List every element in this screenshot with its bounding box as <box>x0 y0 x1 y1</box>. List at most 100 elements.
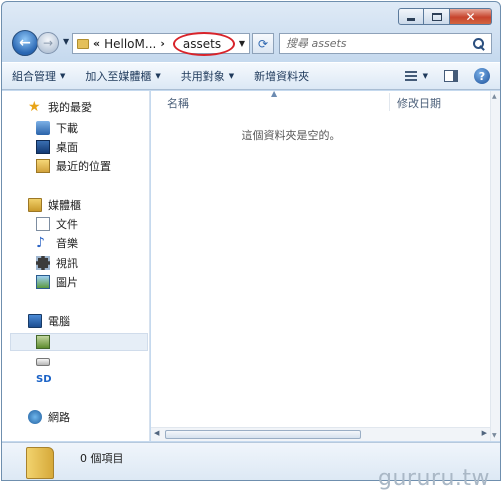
chevron-down-icon: ▼ <box>60 72 66 80</box>
sidebar-item-desktop[interactable]: 桌面 <box>36 139 78 155</box>
sidebar-item-recent[interactable]: 最近的位置 <box>36 158 111 174</box>
search-icon[interactable] <box>471 36 487 52</box>
column-header-name[interactable]: 名稱 <box>167 95 189 111</box>
close-button[interactable]: ✕ <box>450 8 492 25</box>
sidebar-item-label: 我的最愛 <box>48 101 92 114</box>
arrow-left-icon: ← <box>19 35 31 51</box>
column-divider[interactable] <box>389 93 390 111</box>
new-folder-label: 新增資料夾 <box>254 70 310 83</box>
refresh-button[interactable]: ⟳ <box>252 33 274 54</box>
organize-button[interactable]: 組合管理 ▼ <box>2 63 75 89</box>
add-to-library-button[interactable]: 加入至媒體櫃 ▼ <box>75 63 170 89</box>
minimize-icon <box>407 18 415 21</box>
sd-card-icon: SD <box>36 374 52 385</box>
change-view-button[interactable]: ▼ <box>404 71 428 81</box>
sidebar-item-downloads[interactable]: 下載 <box>36 120 78 136</box>
toolbar-right: ▼ ? <box>404 68 490 84</box>
column-headers: ▲ 名稱 修改日期 <box>151 89 490 111</box>
item-count: 0 個項目 <box>80 452 124 465</box>
window-controls: ✕ <box>398 8 492 25</box>
sidebar-item-favorites[interactable]: ★ 我的最愛 <box>28 99 92 115</box>
sidebar-item-usb-drive[interactable] <box>36 358 50 366</box>
empty-folder-message: 這個資料夾是空的。 <box>241 129 341 142</box>
sidebar-item-label: 電腦 <box>48 315 70 328</box>
sidebar-item-videos[interactable]: 視訊 <box>36 255 78 271</box>
sidebar-item-label: 媒體櫃 <box>48 199 81 212</box>
chevron-down-icon: ▼ <box>422 72 428 80</box>
usb-drive-icon <box>36 358 50 366</box>
command-bar: 組合管理 ▼ 加入至媒體櫃 ▼ 共用對象 ▼ 新增資料夾 ▼ ? <box>2 62 500 90</box>
sidebar-item-documents[interactable]: 文件 <box>36 216 78 232</box>
sidebar-item-label: 網路 <box>48 411 70 424</box>
sidebar-item-label: 視訊 <box>56 257 78 270</box>
sidebar-item-label: 音樂 <box>56 237 78 250</box>
vertical-scrollbar[interactable]: ▲ ▼ <box>490 91 500 441</box>
breadcrumb-hellom[interactable]: HelloM... <box>104 37 156 51</box>
arrow-right-icon: → <box>42 36 54 50</box>
search-box[interactable] <box>279 33 492 54</box>
view-list-icon <box>404 71 417 81</box>
folder-icon <box>77 38 89 49</box>
recent-pages-dropdown[interactable]: ▼ <box>63 37 69 46</box>
sidebar-item-local-drive[interactable] <box>10 333 148 351</box>
add-to-library-label: 加入至媒體櫃 <box>85 70 152 83</box>
share-button[interactable]: 共用對象 ▼ <box>171 63 244 89</box>
scroll-left-icon[interactable]: ◀ <box>154 429 159 437</box>
refresh-icon: ⟳ <box>257 36 269 51</box>
library-icon <box>28 198 42 212</box>
breadcrumb-assets[interactable]: assets <box>172 31 236 56</box>
sort-caret-icon: ▲ <box>271 89 278 98</box>
recent-places-icon <box>36 159 50 173</box>
help-icon[interactable]: ? <box>474 68 490 84</box>
sidebar-item-label: 桌面 <box>56 141 78 154</box>
organize-label: 組合管理 <box>12 70 56 83</box>
column-header-date[interactable]: 修改日期 <box>397 95 441 111</box>
search-input[interactable] <box>280 37 471 50</box>
chevron-down-icon[interactable]: ▼ <box>239 39 245 48</box>
drive-icon <box>36 335 50 349</box>
horizontal-scrollbar[interactable]: ◀ ▶ <box>151 427 490 441</box>
maximize-icon <box>431 12 442 21</box>
forward-button[interactable]: → <box>37 32 59 54</box>
chevron-down-icon: ▼ <box>228 72 235 80</box>
sidebar-item-libraries[interactable]: 媒體櫃 <box>28 197 81 213</box>
network-icon <box>28 410 42 424</box>
minimize-button[interactable] <box>398 8 424 25</box>
documents-icon <box>36 217 50 231</box>
close-icon: ✕ <box>465 9 476 24</box>
new-folder-button[interactable]: 新增資料夾 <box>244 63 319 89</box>
scroll-down-icon[interactable]: ▼ <box>492 432 497 439</box>
breadcrumb-overflow[interactable]: « <box>93 37 100 50</box>
breadcrumb-separator[interactable]: › <box>160 37 165 50</box>
watermark: gururu.tw <box>378 466 490 491</box>
downloads-folder-icon <box>36 121 50 135</box>
video-icon <box>36 256 50 270</box>
back-button[interactable]: ← <box>12 30 38 56</box>
star-icon: ★ <box>28 99 41 115</box>
sidebar-item-music[interactable]: ♪ 音樂 <box>36 235 78 251</box>
explorer-window: ✕ ← → ▼ « HelloM... › assets ▼ ⟳ 組合管理 ▼ 加… <box>1 1 501 481</box>
scroll-thumb[interactable] <box>165 430 361 439</box>
navigation-pane: ★ 我的最愛 下載 桌面 最近的位置 媒體櫃 文件 ♪ 音樂 視訊 圖片 電腦 <box>2 91 150 441</box>
music-note-icon: ♪ <box>36 235 45 251</box>
preview-pane-icon[interactable] <box>444 70 458 82</box>
chevron-down-icon: ▼ <box>155 72 161 80</box>
sidebar-item-label: 圖片 <box>56 276 78 289</box>
scroll-up-icon[interactable]: ▲ <box>492 93 497 100</box>
sidebar-item-network[interactable]: 網路 <box>28 409 70 425</box>
sidebar-item-sd-card[interactable]: SD <box>36 373 52 387</box>
sidebar-item-label: 文件 <box>56 218 78 231</box>
pictures-icon <box>36 275 50 289</box>
address-bar[interactable]: « HelloM... › assets ▼ <box>72 31 250 56</box>
sidebar-item-computer[interactable]: 電腦 <box>28 313 70 329</box>
scroll-right-icon[interactable]: ▶ <box>482 429 487 437</box>
maximize-button[interactable] <box>424 8 450 25</box>
computer-icon <box>28 314 42 328</box>
sidebar-item-pictures[interactable]: 圖片 <box>36 274 78 290</box>
sidebar-item-label: 下載 <box>56 122 78 135</box>
share-label: 共用對象 <box>180 70 225 83</box>
sidebar-item-label: 最近的位置 <box>56 160 111 173</box>
folder-icon <box>26 447 54 479</box>
drive-icon-wrap <box>36 335 50 349</box>
desktop-icon <box>36 140 50 154</box>
